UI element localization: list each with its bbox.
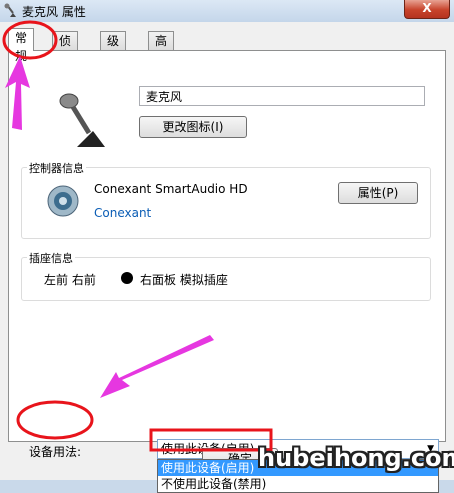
device-name-field[interactable]: 麦克风: [139, 86, 425, 106]
tab-levels[interactable]: 级别: [100, 31, 127, 66]
audio-chip-icon: [47, 185, 79, 217]
jack-info-group: 插座信息 左前 右前 右面板 模拟插座: [21, 250, 431, 301]
microphone-icon: [59, 93, 105, 147]
jack-location: 右面板 模拟插座: [140, 273, 228, 287]
close-button[interactable]: X: [404, 0, 450, 19]
properties-button[interactable]: 属性(P): [338, 182, 418, 204]
device-usage-label: 设备用法:: [29, 445, 82, 459]
jack-info-label: 插座信息: [27, 250, 75, 266]
jack-channels: 左前 右前: [44, 273, 96, 287]
window-title: 麦克风 属性: [22, 5, 86, 19]
change-icon-button[interactable]: 更改图标(I): [139, 116, 247, 138]
controller-name: Conexant SmartAudio HD: [94, 182, 248, 196]
usage-option-disable[interactable]: 不使用此设备(禁用): [158, 476, 438, 492]
general-tab-panel: 麦克风 更改图标(I) 控制器信息 Conexant SmartAudio HD…: [8, 50, 446, 493]
microphone-icon: [4, 3, 16, 17]
dialog-client: 常规 侦听 级别 高级 麦克风 更改图标(I) 控制器信息 Conexant S…: [0, 22, 454, 493]
tab-advanced[interactable]: 高级: [148, 31, 175, 66]
jack-color-dot: [121, 272, 133, 284]
controller-info-group: 控制器信息 Conexant SmartAudio HD Conexant 属性…: [21, 160, 431, 239]
tab-listen[interactable]: 侦听: [52, 31, 79, 66]
controller-info-label: 控制器信息: [27, 160, 86, 176]
controller-vendor-link[interactable]: Conexant: [94, 206, 151, 220]
title-bar: 麦克风 属性 X: [0, 0, 454, 22]
tab-general[interactable]: 常规: [8, 28, 35, 63]
watermark-text: hubeihong.com: [258, 444, 454, 472]
